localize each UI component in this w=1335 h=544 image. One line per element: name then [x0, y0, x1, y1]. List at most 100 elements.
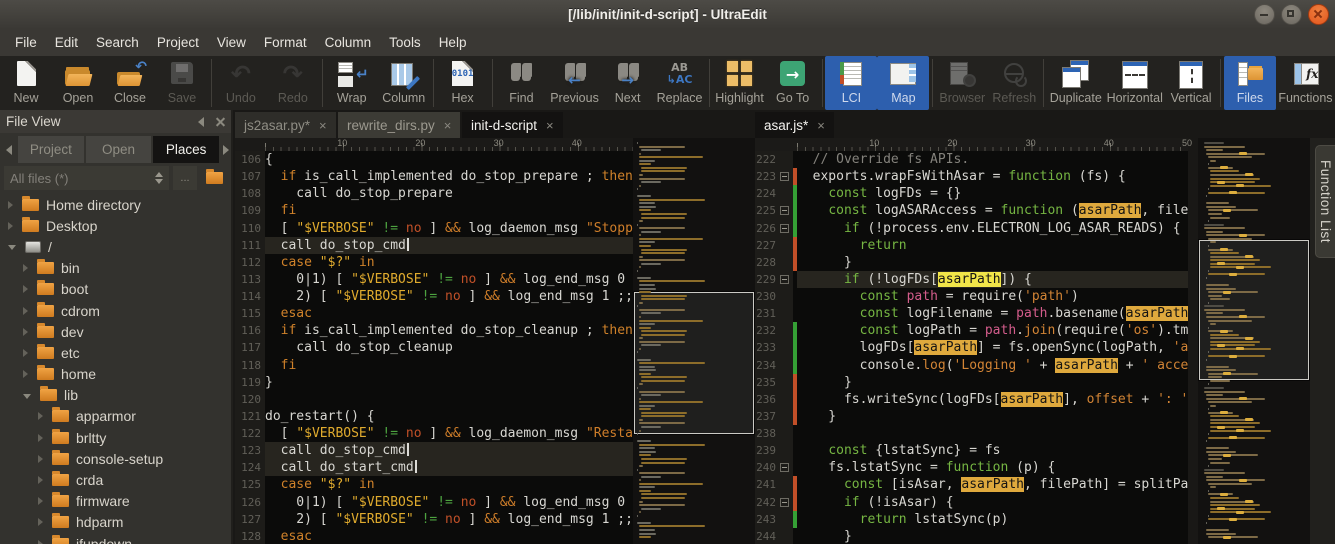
fold-marker-icon[interactable] — [780, 172, 789, 181]
tabs-scroll-left-icon[interactable] — [6, 145, 12, 155]
filter-more-button[interactable]: ... — [173, 166, 197, 190]
lci-button[interactable]: LCI — [825, 56, 877, 110]
tree-item-apparmor[interactable]: apparmor — [0, 406, 231, 427]
menu-help[interactable]: Help — [430, 31, 476, 54]
new-button[interactable]: New — [0, 56, 52, 110]
tree-item-console-setup[interactable]: console-setup — [0, 448, 231, 469]
fold-marker-icon[interactable] — [780, 275, 789, 284]
tab-asar-js-[interactable]: asar.js*× — [755, 112, 834, 138]
maximize-button[interactable] — [1281, 4, 1302, 25]
chevron-right-icon[interactable] — [8, 222, 13, 230]
refresh-button[interactable]: Refresh — [988, 56, 1040, 110]
tree-item-brltty[interactable]: brltty — [0, 427, 231, 448]
undo-button[interactable]: ↶Undo — [215, 56, 267, 110]
hex-button[interactable]: 0101Hex — [437, 56, 489, 110]
fold-marker-icon[interactable] — [780, 463, 789, 472]
fold-marker-icon[interactable] — [780, 206, 789, 215]
menu-tools[interactable]: Tools — [380, 31, 430, 54]
chevron-down-icon[interactable] — [8, 245, 16, 250]
chevron-right-icon[interactable] — [23, 349, 28, 357]
tree-item-crda[interactable]: crda — [0, 469, 231, 490]
close-tab-icon[interactable]: × — [546, 118, 554, 133]
fold-marker-icon[interactable] — [780, 498, 789, 507]
menu-column[interactable]: Column — [316, 31, 381, 54]
tree-item-firmware[interactable]: firmware — [0, 491, 231, 512]
sidebar-tab-open[interactable]: Open — [86, 136, 152, 163]
menu-file[interactable]: File — [6, 31, 46, 54]
chevron-right-icon[interactable] — [8, 201, 13, 209]
close-tab-icon[interactable]: × — [444, 118, 452, 133]
tree-item-home-directory[interactable]: Home directory — [0, 194, 231, 215]
browser-button[interactable]: Browser — [936, 56, 988, 110]
chevron-right-icon[interactable] — [23, 328, 28, 336]
tree-item-etc[interactable]: etc — [0, 342, 231, 363]
close-panel-icon[interactable] — [216, 117, 225, 126]
right-minimap[interactable] — [1198, 138, 1310, 544]
right-editor-pane[interactable]: 1020304050 22222322422522622722822923023… — [755, 138, 1188, 544]
chevron-right-icon[interactable] — [23, 307, 28, 315]
column-button[interactable]: Column — [378, 56, 430, 110]
chevron-right-icon[interactable] — [38, 540, 43, 544]
chevron-right-icon[interactable] — [38, 455, 43, 463]
sidebar-tab-project[interactable]: Project — [18, 136, 84, 163]
tree-item--[interactable]: / — [0, 236, 231, 257]
tab-init-d-script[interactable]: init-d-script× — [462, 112, 563, 138]
chevron-right-icon[interactable] — [38, 434, 43, 442]
tree-item-lib[interactable]: lib — [0, 385, 231, 406]
tree-item-cdrom[interactable]: cdrom — [0, 300, 231, 321]
menu-search[interactable]: Search — [87, 31, 148, 54]
map-button[interactable]: Map — [877, 56, 929, 110]
menu-project[interactable]: Project — [148, 31, 208, 54]
fold-marker-icon[interactable] — [780, 224, 789, 233]
open-button[interactable]: Open — [52, 56, 104, 110]
replace-button[interactable]: AB↳ACReplace — [654, 56, 706, 110]
menu-edit[interactable]: Edit — [46, 31, 87, 54]
tree-item-ifupdown[interactable]: ifupdown — [0, 533, 231, 544]
close-button[interactable] — [1308, 4, 1329, 25]
tree-item-desktop[interactable]: Desktop — [0, 215, 231, 236]
chevron-right-icon[interactable] — [23, 285, 28, 293]
chevron-right-icon[interactable] — [23, 370, 28, 378]
tab-rewrite-dirs-py[interactable]: rewrite_dirs.py× — [338, 112, 460, 138]
tree-item-home[interactable]: home — [0, 364, 231, 385]
vertical-button[interactable]: Vertical — [1165, 56, 1217, 110]
title-bar[interactable]: [/lib/init/init-d-script] - UltraEdit — [0, 0, 1335, 29]
chevron-right-icon[interactable] — [38, 497, 43, 505]
close-folder-button[interactable]: ↶Close — [104, 56, 156, 110]
highlight-button[interactable]: Highlight — [712, 56, 766, 110]
tree-item-hdparm[interactable]: hdparm — [0, 512, 231, 533]
left-editor-pane[interactable]: 10203040 1061071081091101111121131141151… — [235, 138, 633, 544]
find-button[interactable]: Find — [495, 56, 547, 110]
redo-button[interactable]: ↷Redo — [267, 56, 319, 110]
goto-button[interactable]: →Go To — [767, 56, 819, 110]
tab-js2asar-py-[interactable]: js2asar.py*× — [235, 112, 336, 138]
horizontal-button[interactable]: Horizontal — [1104, 56, 1165, 110]
left-minimap[interactable] — [633, 138, 755, 544]
files-button[interactable]: Files — [1224, 56, 1276, 110]
chevron-right-icon[interactable] — [23, 264, 28, 272]
tabs-scroll-right-icon[interactable] — [223, 145, 229, 155]
sidebar-tab-places[interactable]: Places — [153, 136, 219, 163]
chevron-right-icon[interactable] — [38, 518, 43, 526]
menu-format[interactable]: Format — [255, 31, 316, 54]
chevron-right-icon[interactable] — [38, 476, 43, 484]
left-code-view[interactable]: { if is_call_implemented do_stop_prepare… — [265, 151, 633, 544]
tree-item-bin[interactable]: bin — [0, 258, 231, 279]
next-button[interactable]: →Next — [602, 56, 654, 110]
close-tab-icon[interactable]: × — [817, 118, 825, 133]
prev-button[interactable]: ←Previous — [547, 56, 601, 110]
spinner-icon[interactable] — [155, 172, 163, 184]
browse-folder-button[interactable] — [201, 166, 227, 190]
chevron-right-icon[interactable] — [38, 412, 43, 420]
collapse-panel-icon[interactable] — [198, 117, 204, 127]
function-list-tab[interactable]: Function List — [1315, 145, 1335, 258]
wrap-button[interactable]: ↵Wrap — [326, 56, 378, 110]
close-tab-icon[interactable]: × — [319, 118, 327, 133]
save-button[interactable]: Save — [156, 56, 208, 110]
tree-item-dev[interactable]: dev — [0, 321, 231, 342]
functions-button[interactable]: fxFunctions — [1276, 56, 1335, 110]
chevron-down-icon[interactable] — [23, 394, 31, 399]
menu-view[interactable]: View — [208, 31, 255, 54]
right-code-view[interactable]: // Override fs APIs. exports.wrapFsWithA… — [797, 151, 1188, 544]
tree-item-boot[interactable]: boot — [0, 279, 231, 300]
